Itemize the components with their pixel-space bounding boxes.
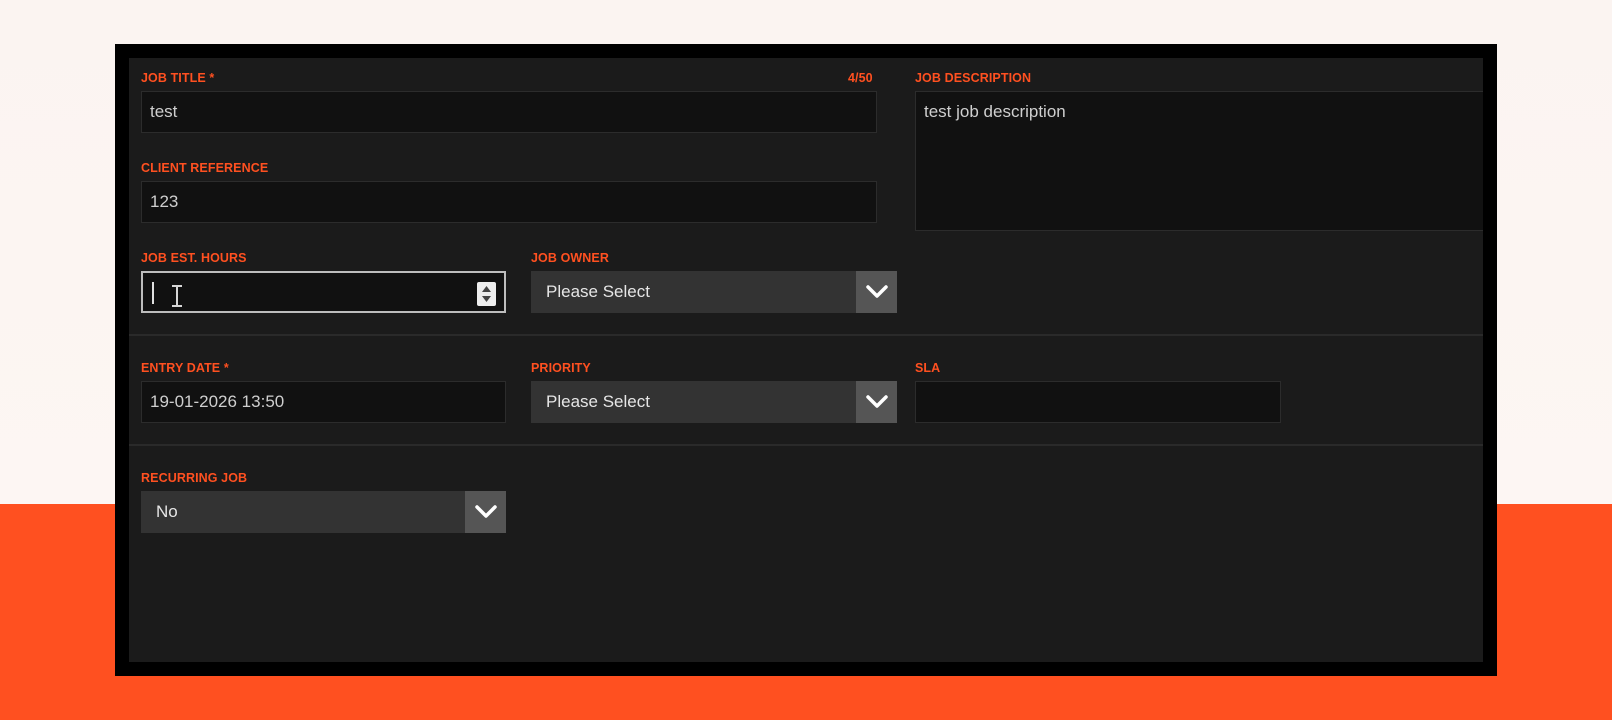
job-owner-selected-value: Please Select xyxy=(546,282,650,301)
text-cursor-icon xyxy=(171,283,183,321)
client-reference-input[interactable]: 123 xyxy=(141,181,877,223)
recurring-job-select[interactable]: No xyxy=(141,491,506,533)
priority-select[interactable]: Please Select xyxy=(531,381,897,423)
section-divider xyxy=(129,334,1483,336)
sla-input[interactable] xyxy=(915,381,1281,423)
job-est-hours-label: JOB EST. HOURS xyxy=(141,251,247,265)
job-description-textarea[interactable]: test job description xyxy=(915,91,1483,231)
chevron-down-icon xyxy=(474,505,497,518)
job-title-label: JOB TITLE * xyxy=(141,71,215,85)
client-reference-label: CLIENT REFERENCE xyxy=(141,161,269,175)
job-owner-dropdown-button[interactable] xyxy=(856,271,897,313)
chevron-down-icon xyxy=(865,285,888,298)
job-est-hours-input[interactable] xyxy=(141,271,506,313)
job-title-input[interactable]: test xyxy=(141,91,877,133)
number-spinner-icon[interactable] xyxy=(477,282,496,306)
job-title-char-counter: 4/50 xyxy=(848,71,873,85)
entry-date-label: ENTRY DATE * xyxy=(141,361,229,375)
entry-date-input[interactable]: 19-01-2026 13:50 xyxy=(141,381,506,423)
priority-dropdown-button[interactable] xyxy=(856,381,897,423)
job-description-label: JOB DESCRIPTION xyxy=(915,71,1032,85)
job-owner-label: JOB OWNER xyxy=(531,251,609,265)
sla-label: SLA xyxy=(915,361,941,375)
priority-label: PRIORITY xyxy=(531,361,591,375)
recurring-job-label: RECURRING JOB xyxy=(141,471,248,485)
chevron-down-icon xyxy=(865,395,888,408)
recurring-job-selected-value: No xyxy=(156,502,178,521)
job-form-panel: JOB TITLE * 4/50 test JOB DESCRIPTION te… xyxy=(129,58,1483,662)
job-owner-select[interactable]: Please Select xyxy=(531,271,897,313)
text-caret xyxy=(152,282,154,304)
app-frame: JOB TITLE * 4/50 test JOB DESCRIPTION te… xyxy=(115,44,1497,676)
priority-selected-value: Please Select xyxy=(546,392,650,411)
section-divider xyxy=(129,444,1483,446)
recurring-job-dropdown-button[interactable] xyxy=(465,491,506,533)
